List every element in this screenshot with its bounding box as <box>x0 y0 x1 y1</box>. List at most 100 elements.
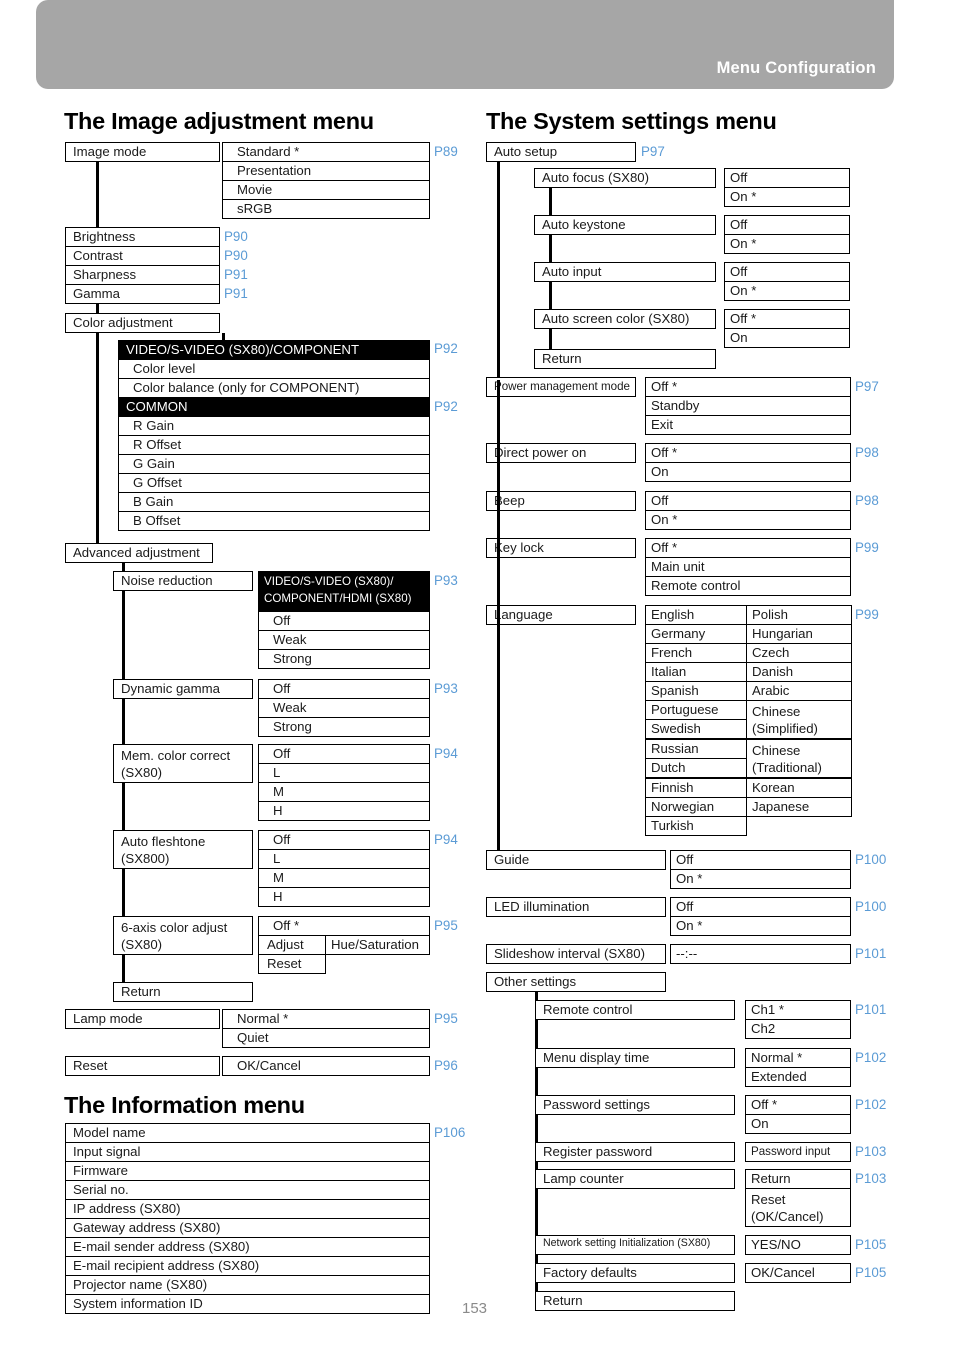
option-af-m[interactable]: M <box>258 868 430 888</box>
language-danish[interactable]: Danish <box>746 662 852 682</box>
page-ref-6axis[interactable]: P95 <box>434 918 458 933</box>
option-dpo-on[interactable]: On <box>645 462 851 482</box>
option-nr-off[interactable]: Off <box>258 611 430 631</box>
menu-item-dynamic-gamma[interactable]: Dynamic gamma <box>113 679 253 699</box>
option-kl-remote-control[interactable]: Remote control <box>645 576 851 596</box>
option-kl-main-unit[interactable]: Main unit <box>645 557 851 577</box>
language-portuguese[interactable]: Portuguese <box>645 700 747 720</box>
menu-item-auto-setup-return[interactable]: Return <box>534 349 716 369</box>
option-mdt-extended[interactable]: Extended <box>745 1067 851 1087</box>
option-guide-on[interactable]: On * <box>670 869 851 889</box>
option-rc-ch1[interactable]: Ch1 * <box>745 1000 851 1020</box>
option-pm-off[interactable]: Off * <box>645 377 851 397</box>
menu-item-remote-control[interactable]: Remote control <box>535 1000 735 1020</box>
page-ref-menu-display-time[interactable]: P102 <box>855 1050 886 1065</box>
page-ref-guide[interactable]: P100 <box>855 852 886 867</box>
option-6axis-adjust[interactable]: Adjust <box>258 935 326 955</box>
option-slideshow-value[interactable]: --:-- <box>670 944 851 964</box>
option-ps-off[interactable]: Off * <box>745 1095 851 1115</box>
menu-item-lamp-counter[interactable]: Lamp counter <box>535 1169 735 1189</box>
menu-item-6axis-color-adjust[interactable]: 6-axis color adjust (SX80) <box>113 916 253 955</box>
option-network-yesno[interactable]: YES/NO <box>745 1235 851 1255</box>
option-rc-ch2[interactable]: Ch2 <box>745 1019 851 1039</box>
option-image-mode-0[interactable]: Standard * <box>222 142 430 162</box>
page-ref-password-settings[interactable]: P102 <box>855 1097 886 1112</box>
option-dg-strong[interactable]: Strong <box>258 717 430 737</box>
menu-item-direct-power-on[interactable]: Direct power on <box>486 443 636 463</box>
option-mcc-off[interactable]: Off <box>258 744 430 764</box>
option-fd-okcancel[interactable]: OK/Cancel <box>745 1263 851 1283</box>
option-mcc-h[interactable]: H <box>258 801 430 821</box>
menu-item-beep[interactable]: Beep <box>486 491 636 511</box>
page-ref-dynamic-gamma[interactable]: P93 <box>434 681 458 696</box>
option-lamp-normal[interactable]: Normal * <box>222 1009 430 1029</box>
page-ref-noise-reduction[interactable]: P93 <box>434 573 458 588</box>
language-hungarian[interactable]: Hungarian <box>746 624 852 644</box>
option-auto-keystone-off[interactable]: Off <box>724 215 850 235</box>
option-kl-off[interactable]: Off * <box>645 538 851 558</box>
option-r-gain[interactable]: R Gain <box>118 416 430 436</box>
language-finnish[interactable]: Finnish <box>645 778 747 798</box>
menu-item-other-settings[interactable]: Other settings <box>486 972 666 992</box>
menu-item-power-management-mode[interactable]: Power management mode <box>486 377 636 397</box>
option-b-offset[interactable]: B Offset <box>118 511 430 531</box>
menu-item-menu-display-time[interactable]: Menu display time <box>535 1048 735 1068</box>
option-g-gain[interactable]: G Gain <box>118 454 430 474</box>
page-ref-factory-defaults[interactable]: P105 <box>855 1265 886 1280</box>
option-image-mode-2[interactable]: Movie <box>222 180 430 200</box>
option-6axis-reset[interactable]: Reset <box>258 954 326 974</box>
option-image-mode-1[interactable]: Presentation <box>222 161 430 181</box>
option-color-balance[interactable]: Color balance (only for COMPONENT) <box>118 378 430 398</box>
menu-item-color-adjustment[interactable]: Color adjustment <box>65 313 220 333</box>
language-korean[interactable]: Korean <box>746 778 852 798</box>
option-lc-return[interactable]: Return <box>745 1169 851 1189</box>
language-chinese-traditional[interactable]: Chinese (Traditional) <box>746 739 852 778</box>
option-af-h[interactable]: H <box>258 887 430 907</box>
menu-item-contrast[interactable]: Contrast <box>65 246 220 266</box>
option-dpo-off[interactable]: Off * <box>645 443 851 463</box>
language-turkish[interactable]: Turkish <box>645 816 747 836</box>
option-g-offset[interactable]: G Offset <box>118 473 430 493</box>
menu-item-mem-color-correct[interactable]: Mem. color correct (SX80) <box>113 744 253 783</box>
option-nr-weak[interactable]: Weak <box>258 630 430 650</box>
option-pm-standby[interactable]: Standby <box>645 396 851 416</box>
page-ref-lamp-mode[interactable]: P95 <box>434 1011 458 1026</box>
option-mcc-m[interactable]: M <box>258 782 430 802</box>
language-spanish[interactable]: Spanish <box>645 681 747 701</box>
page-ref-sharpness[interactable]: P91 <box>224 267 248 282</box>
option-ps-on[interactable]: On <box>745 1114 851 1134</box>
page-ref-color-video[interactable]: P92 <box>434 341 458 356</box>
page-ref-slideshow-interval[interactable]: P101 <box>855 946 886 961</box>
menu-item-guide[interactable]: Guide <box>486 850 666 870</box>
menu-item-factory-defaults[interactable]: Factory defaults <box>535 1263 735 1283</box>
page-ref-image-mode[interactable]: P89 <box>434 144 458 159</box>
menu-item-key-lock[interactable]: Key lock <box>486 538 636 558</box>
page-ref-contrast[interactable]: P90 <box>224 248 248 263</box>
option-led-off[interactable]: Off <box>670 897 851 917</box>
language-norwegian[interactable]: Norwegian <box>645 797 747 817</box>
page-ref-led-illumination[interactable]: P100 <box>855 899 886 914</box>
menu-item-auto-focus[interactable]: Auto focus (SX80) <box>534 168 716 188</box>
language-arabic[interactable]: Arabic <box>746 681 852 701</box>
menu-item-gamma[interactable]: Gamma <box>65 284 220 304</box>
option-auto-screen-color-off[interactable]: Off * <box>724 309 850 329</box>
page-ref-mem-color-correct[interactable]: P94 <box>434 746 458 761</box>
menu-item-auto-keystone[interactable]: Auto keystone <box>534 215 716 235</box>
page-ref-gamma[interactable]: P91 <box>224 286 248 301</box>
menu-item-advanced-adjustment[interactable]: Advanced adjustment <box>65 543 213 563</box>
option-auto-screen-color-on[interactable]: On <box>724 328 850 348</box>
language-germany[interactable]: Germany <box>645 624 747 644</box>
option-led-on[interactable]: On * <box>670 916 851 936</box>
menu-item-advanced-return[interactable]: Return <box>113 982 253 1002</box>
option-beep-on[interactable]: On * <box>645 510 851 530</box>
language-swedish[interactable]: Swedish <box>645 719 747 739</box>
option-dg-weak[interactable]: Weak <box>258 698 430 718</box>
menu-item-reset[interactable]: Reset <box>65 1056 220 1076</box>
page-ref-direct-power-on[interactable]: P98 <box>855 445 879 460</box>
menu-item-brightness[interactable]: Brightness <box>65 227 220 247</box>
option-pm-exit[interactable]: Exit <box>645 415 851 435</box>
page-ref-lamp-counter[interactable]: P103 <box>855 1171 886 1186</box>
option-mdt-normal[interactable]: Normal * <box>745 1048 851 1068</box>
option-nr-strong[interactable]: Strong <box>258 649 430 669</box>
language-italian[interactable]: Italian <box>645 662 747 682</box>
